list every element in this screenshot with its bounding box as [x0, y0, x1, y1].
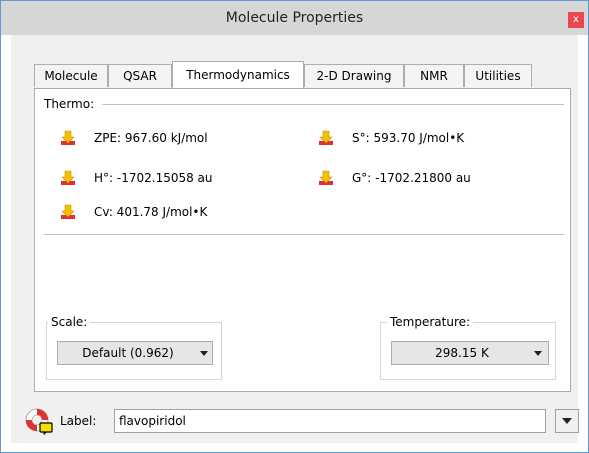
download-arrow-icon: [61, 204, 75, 219]
chevron-down-icon: [534, 351, 542, 356]
close-button[interactable]: x: [568, 12, 584, 28]
thermo-section-label: Thermo:: [44, 97, 99, 111]
tab-2d-drawing[interactable]: 2-D Drawing: [304, 64, 404, 87]
chevron-down-icon: [200, 351, 208, 356]
label-caption: Label:: [60, 414, 97, 428]
label-dropdown-button[interactable]: [555, 409, 579, 433]
tab-nmr[interactable]: NMR: [404, 64, 464, 87]
window-title: Molecule Properties: [225, 10, 364, 26]
download-arrow-icon: [319, 170, 333, 185]
temperature-select[interactable]: 298.15 K: [391, 341, 549, 365]
lifebuoy-icon: [25, 408, 53, 435]
tab-molecule[interactable]: Molecule: [34, 64, 108, 87]
scale-label: Scale:: [48, 315, 91, 329]
chevron-down-icon: [562, 418, 572, 424]
tab-thermodynamics[interactable]: Thermodynamics: [172, 61, 304, 88]
label-input[interactable]: [114, 409, 546, 433]
property-text: G°: -1702.21800 au: [352, 171, 471, 185]
section-divider: [44, 234, 564, 235]
download-arrow-icon: [61, 170, 75, 185]
property-text: ZPE: 967.60 kJ/mol: [94, 131, 208, 145]
tab-utilities[interactable]: Utilities: [464, 64, 532, 87]
download-arrow-icon: [61, 130, 75, 145]
scale-value: Default (0.962): [82, 346, 174, 360]
download-arrow-icon: [319, 130, 333, 145]
tab-qsar[interactable]: QSAR: [108, 64, 172, 87]
property-text: Cv: 401.78 J/mol•K: [94, 205, 208, 219]
property-text: H°: -1702.15058 au: [94, 171, 213, 185]
scale-select[interactable]: Default (0.962): [57, 341, 213, 365]
section-divider: [102, 104, 564, 105]
temperature-value: 298.15 K: [435, 346, 489, 360]
title-bar[interactable]: Molecule Properties x: [1, 1, 588, 35]
property-text: S°: 593.70 J/mol•K: [352, 131, 465, 145]
temperature-label: Temperature:: [387, 315, 474, 329]
